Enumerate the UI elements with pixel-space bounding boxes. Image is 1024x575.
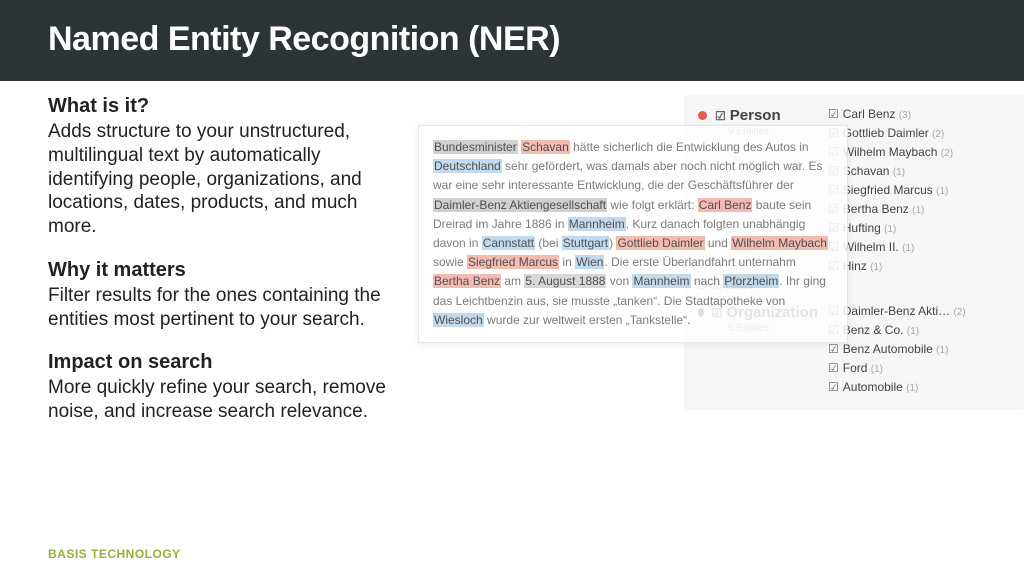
footer-brand: BASIS TECHNOLOGY [48, 547, 181, 561]
slide-body: What is it? Adds structure to your unstr… [0, 81, 1024, 536]
entity-checkbox[interactable]: Schavan (1) [828, 164, 1010, 178]
highlighted-entity: Wien [575, 255, 604, 269]
entity-count: (2) [932, 129, 944, 140]
entity-count: (1) [906, 383, 918, 394]
highlighted-entity: Cannstatt [482, 236, 535, 250]
section-heading: Why it matters [48, 259, 408, 282]
section-heading: What is it? [48, 95, 408, 118]
highlighted-entity: Bertha Benz [433, 274, 501, 288]
entity-count: (1) [936, 186, 948, 197]
highlighted-entity: Deutschland [433, 159, 502, 173]
category-dot-icon [698, 111, 707, 120]
highlighted-entity: Wiesloch [433, 313, 484, 327]
entity-name: Wilhelm Maybach [843, 145, 941, 159]
highlighted-entity: Schavan [521, 140, 570, 154]
section-body: Filter results for the ones containing t… [48, 284, 408, 332]
entity-checkbox[interactable]: Ford (1) [828, 361, 1010, 375]
entity-name: Daimler-Benz Akti… [843, 304, 954, 318]
entity-name: Automobile [843, 380, 906, 394]
entity-count: (3) [899, 110, 911, 121]
highlighted-entity: Pforzheim [723, 274, 779, 288]
entity-name: Carl Benz [843, 107, 899, 121]
section-body: More quickly refine your search, remove … [48, 376, 408, 424]
entity-count: (1) [912, 205, 924, 216]
entity-count: (1) [902, 243, 914, 254]
entity-checkbox[interactable]: Carl Benz (3) [828, 107, 1010, 121]
right-column: Person9 EntitiesCarl Benz (3)Gottlieb Da… [418, 95, 1024, 536]
entity-count: (1) [884, 224, 896, 235]
entity-checkbox[interactable]: Hinz (1) [828, 259, 1010, 273]
entity-checkbox[interactable]: Automobile (1) [828, 380, 1010, 394]
entity-count: (1) [936, 345, 948, 356]
entity-name: Hufting [843, 221, 884, 235]
highlighted-entity: Stuttgart [562, 236, 609, 250]
highlighted-entity: Siegfried Marcus [467, 255, 559, 269]
entity-checkbox[interactable]: Gottlieb Daimler (2) [828, 126, 1010, 140]
entity-count: (2) [953, 307, 965, 318]
entity-count: (1) [870, 262, 882, 273]
entity-count: (1) [893, 167, 905, 178]
category-checkbox[interactable]: Person [715, 107, 781, 124]
entity-count: (1) [871, 364, 883, 375]
left-column: What is it? Adds structure to your unstr… [48, 95, 408, 536]
highlighted-entity: Gottlieb Daimler [616, 236, 704, 250]
entity-checkbox[interactable]: Benz & Co. (1) [828, 323, 1010, 337]
entity-list: Carl Benz (3)Gottlieb Daimler (2)Wilhelm… [828, 107, 1010, 273]
entity-checkbox[interactable]: Daimler-Benz Akti… (2) [828, 304, 1010, 318]
entity-name: Schavan [843, 164, 893, 178]
highlighted-entity: Mannheim [568, 217, 626, 231]
entity-checkbox[interactable]: Hufting (1) [828, 221, 1010, 235]
entity-count: (2) [941, 148, 953, 159]
entity-checkbox[interactable]: Benz Automobile (1) [828, 342, 1010, 356]
entity-name: Siegfried Marcus [843, 183, 936, 197]
section-body: Adds structure to your unstructured, mul… [48, 120, 408, 239]
entity-checkbox[interactable]: Bertha Benz (1) [828, 202, 1010, 216]
section-heading: Impact on search [48, 351, 408, 374]
entity-name: Benz Automobile [843, 342, 936, 356]
entity-checkbox[interactable]: Wilhelm Maybach (2) [828, 145, 1010, 159]
slide-title: Named Entity Recognition (NER) [48, 20, 976, 59]
entity-name: Gottlieb Daimler [843, 126, 932, 140]
entity-name: Wilhelm II. [843, 240, 902, 254]
entity-name: Benz & Co. [843, 323, 907, 337]
highlighted-entity: Bundesminister [433, 140, 518, 154]
highlighted-entity: Carl Benz [698, 198, 753, 212]
entity-count: (1) [907, 326, 919, 337]
entity-list: Daimler-Benz Akti… (2)Benz & Co. (1)Benz… [828, 304, 1010, 394]
entity-checkbox[interactable]: Wilhelm II. (1) [828, 240, 1010, 254]
highlighted-entity: Mannheim [632, 274, 690, 288]
text-overlay: Bundesminister Schavan hätte sicherlich … [418, 125, 848, 343]
highlighted-entity: Daimler-Benz Aktiengesellschaft [433, 198, 607, 212]
entity-name: Ford [843, 361, 871, 375]
slide-header: Named Entity Recognition (NER) [0, 0, 1024, 81]
entity-name: Bertha Benz [843, 202, 912, 216]
entity-checkbox[interactable]: Siegfried Marcus (1) [828, 183, 1010, 197]
highlighted-entity: Wilhelm Maybach [731, 236, 828, 250]
highlighted-entity: 5. August 1888 [524, 274, 606, 288]
